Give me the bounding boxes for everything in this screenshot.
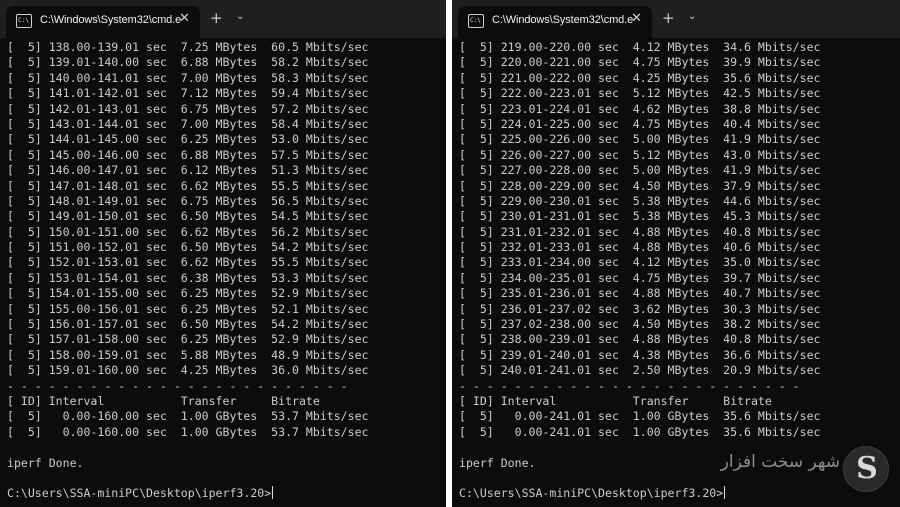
console-line: [ 5] 154.01-155.00 sec 6.25 MBytes 52.9 … [7, 286, 369, 301]
console-line: [ 5] 145.00-146.00 sec 6.88 MBytes 57.5 … [7, 147, 369, 162]
console-line: [ 5] 230.01-231.01 sec 5.38 MBytes 45.3 … [459, 209, 821, 224]
console-line: [ ID] Interval Transfer Bitrate [7, 393, 320, 408]
left-terminal-window: C:\ C:\Windows\System32\cmd.e ✕ + ⌄ [ 5]… [0, 0, 446, 507]
console-output[interactable]: [ 5] 219.00-220.00 sec 4.12 MBytes 34.6 … [459, 40, 900, 507]
console-line: [ 5] 240.01-241.01 sec 2.50 MBytes 20.9 … [459, 363, 821, 378]
terminal-tab[interactable]: C:\ C:\Windows\System32\cmd.e ✕ [458, 6, 652, 38]
console-line: [ 5] 151.00-152.01 sec 6.50 MBytes 54.2 … [7, 240, 369, 255]
console-line: [ 5] 149.01-150.01 sec 6.50 MBytes 54.5 … [7, 209, 369, 224]
console-line: [ 5] 224.01-225.00 sec 4.75 MBytes 40.4 … [459, 116, 821, 131]
new-tab-icon[interactable]: + [662, 9, 675, 27]
cmd-icon: C:\ [468, 14, 484, 28]
console-line: [ 5] 142.01-143.01 sec 6.75 MBytes 57.2 … [7, 101, 369, 116]
console-line: [ 5] 0.00-160.00 sec 1.00 GBytes 53.7 Mb… [7, 409, 369, 424]
title-bar: C:\ C:\Windows\System32\cmd.e ✕ + ⌄ [0, 0, 446, 38]
watermark-logo: S [843, 446, 889, 492]
right-terminal-window: C:\ C:\Windows\System32\cmd.e ✕ + ⌄ [ 5]… [452, 0, 900, 507]
console-line: [ 5] 140.00-141.01 sec 7.00 MBytes 58.3 … [7, 70, 369, 85]
command-prompt: C:\Users\SSA-miniPC\Desktop\iperf3.20> [459, 486, 724, 501]
logo-letter: S [856, 451, 878, 486]
close-tab-icon[interactable]: ✕ [179, 11, 190, 26]
chevron-down-icon[interactable]: ⌄ [236, 11, 244, 22]
command-prompt: C:\Users\SSA-miniPC\Desktop\iperf3.20> [7, 486, 272, 501]
console-line: [ 5] 139.01-140.00 sec 6.88 MBytes 58.2 … [7, 55, 369, 70]
console-output[interactable]: [ 5] 138.00-139.01 sec 7.25 MBytes 60.5 … [7, 40, 446, 507]
console-line: [ 5] 144.01-145.00 sec 6.25 MBytes 53.0 … [7, 132, 369, 147]
console-line: [ 5] 159.01-160.00 sec 4.25 MBytes 36.0 … [7, 363, 369, 378]
terminal-tab[interactable]: C:\ C:\Windows\System32\cmd.e ✕ [6, 6, 200, 38]
console-line: [ 5] 155.00-156.01 sec 6.25 MBytes 52.1 … [7, 301, 369, 316]
console-line: [ 5] 0.00-241.01 sec 1.00 GBytes 35.6 Mb… [459, 409, 821, 424]
console-line: [ 5] 226.00-227.00 sec 5.12 MBytes 43.0 … [459, 147, 821, 162]
console-line: [ 5] 0.00-241.01 sec 1.00 GBytes 35.6 Mb… [459, 424, 821, 439]
console-line: [ 5] 238.00-239.01 sec 4.88 MBytes 40.8 … [459, 332, 821, 347]
console-line: [ 5] 223.01-224.01 sec 4.62 MBytes 38.8 … [459, 101, 821, 116]
console-line: [ 5] 219.00-220.00 sec 4.12 MBytes 34.6 … [459, 40, 821, 54]
console-line: [ 5] 150.01-151.00 sec 6.62 MBytes 56.2 … [7, 224, 369, 239]
console-line: [ 5] 239.01-240.01 sec 4.38 MBytes 36.6 … [459, 347, 821, 362]
console-line: [ 5] 158.00-159.01 sec 5.88 MBytes 48.9 … [7, 347, 369, 362]
text-cursor [724, 486, 726, 500]
console-line: [ 5] 147.01-148.01 sec 6.62 MBytes 55.5 … [7, 178, 369, 193]
console-line: [ 5] 225.00-226.00 sec 5.00 MBytes 41.9 … [459, 132, 821, 147]
console-line: [ 5] 146.00-147.01 sec 6.12 MBytes 51.3 … [7, 163, 369, 178]
new-tab-icon[interactable]: + [210, 9, 223, 27]
console-line: iperf Done. [7, 455, 84, 470]
console-line: [ 5] 231.01-232.01 sec 4.88 MBytes 40.8 … [459, 224, 821, 239]
console-line: [ ID] Interval Transfer Bitrate [459, 393, 772, 408]
close-tab-icon[interactable]: ✕ [631, 11, 642, 26]
console-line: [ 5] 148.01-149.01 sec 6.75 MBytes 56.5 … [7, 193, 369, 208]
tab-title: C:\Windows\System32\cmd.e [40, 14, 182, 26]
console-line: [ 5] 157.01-158.00 sec 6.25 MBytes 52.9 … [7, 332, 369, 347]
chevron-down-icon[interactable]: ⌄ [688, 11, 696, 22]
cmd-icon: C:\ [16, 14, 32, 28]
console-line: [ 5] 221.00-222.00 sec 4.25 MBytes 35.6 … [459, 70, 821, 85]
console-line: - - - - - - - - - - - - - - - - - - - - … [7, 378, 348, 393]
console-line: [ 5] 232.01-233.01 sec 4.88 MBytes 40.6 … [459, 240, 821, 255]
console-line: [ 5] 233.01-234.00 sec 4.12 MBytes 35.0 … [459, 255, 821, 270]
console-line: [ 5] 237.02-238.00 sec 4.50 MBytes 38.2 … [459, 317, 821, 332]
console-line: [ 5] 138.00-139.01 sec 7.25 MBytes 60.5 … [7, 40, 369, 54]
console-line: [ 5] 0.00-160.00 sec 1.00 GBytes 53.7 Mb… [7, 424, 369, 439]
tab-title: C:\Windows\System32\cmd.e [492, 14, 634, 26]
console-line: [ 5] 222.00-223.01 sec 5.12 MBytes 42.5 … [459, 86, 821, 101]
console-line: [ 5] 141.01-142.01 sec 7.12 MBytes 59.4 … [7, 86, 369, 101]
console-line: [ 5] 152.01-153.01 sec 6.62 MBytes 55.5 … [7, 255, 369, 270]
title-bar: C:\ C:\Windows\System32\cmd.e ✕ + ⌄ [452, 0, 900, 38]
text-cursor [272, 486, 274, 500]
console-line: [ 5] 156.01-157.01 sec 6.50 MBytes 54.2 … [7, 317, 369, 332]
watermark-text: شهر سخت افزار [720, 452, 840, 472]
console-line: [ 5] 234.00-235.01 sec 4.75 MBytes 39.7 … [459, 270, 821, 285]
console-line: [ 5] 227.00-228.00 sec 5.00 MBytes 41.9 … [459, 163, 821, 178]
console-line: [ 5] 220.00-221.00 sec 4.75 MBytes 39.9 … [459, 55, 821, 70]
console-line: [ 5] 143.01-144.01 sec 7.00 MBytes 58.4 … [7, 116, 369, 131]
console-line: [ 5] 235.01-236.01 sec 4.88 MBytes 40.7 … [459, 286, 821, 301]
console-line: [ 5] 229.00-230.01 sec 5.38 MBytes 44.6 … [459, 193, 821, 208]
console-line: - - - - - - - - - - - - - - - - - - - - … [459, 378, 800, 393]
console-line: [ 5] 228.00-229.00 sec 4.50 MBytes 37.9 … [459, 178, 821, 193]
console-line: [ 5] 236.01-237.02 sec 3.62 MBytes 30.3 … [459, 301, 821, 316]
console-line: [ 5] 153.01-154.01 sec 6.38 MBytes 53.3 … [7, 270, 369, 285]
